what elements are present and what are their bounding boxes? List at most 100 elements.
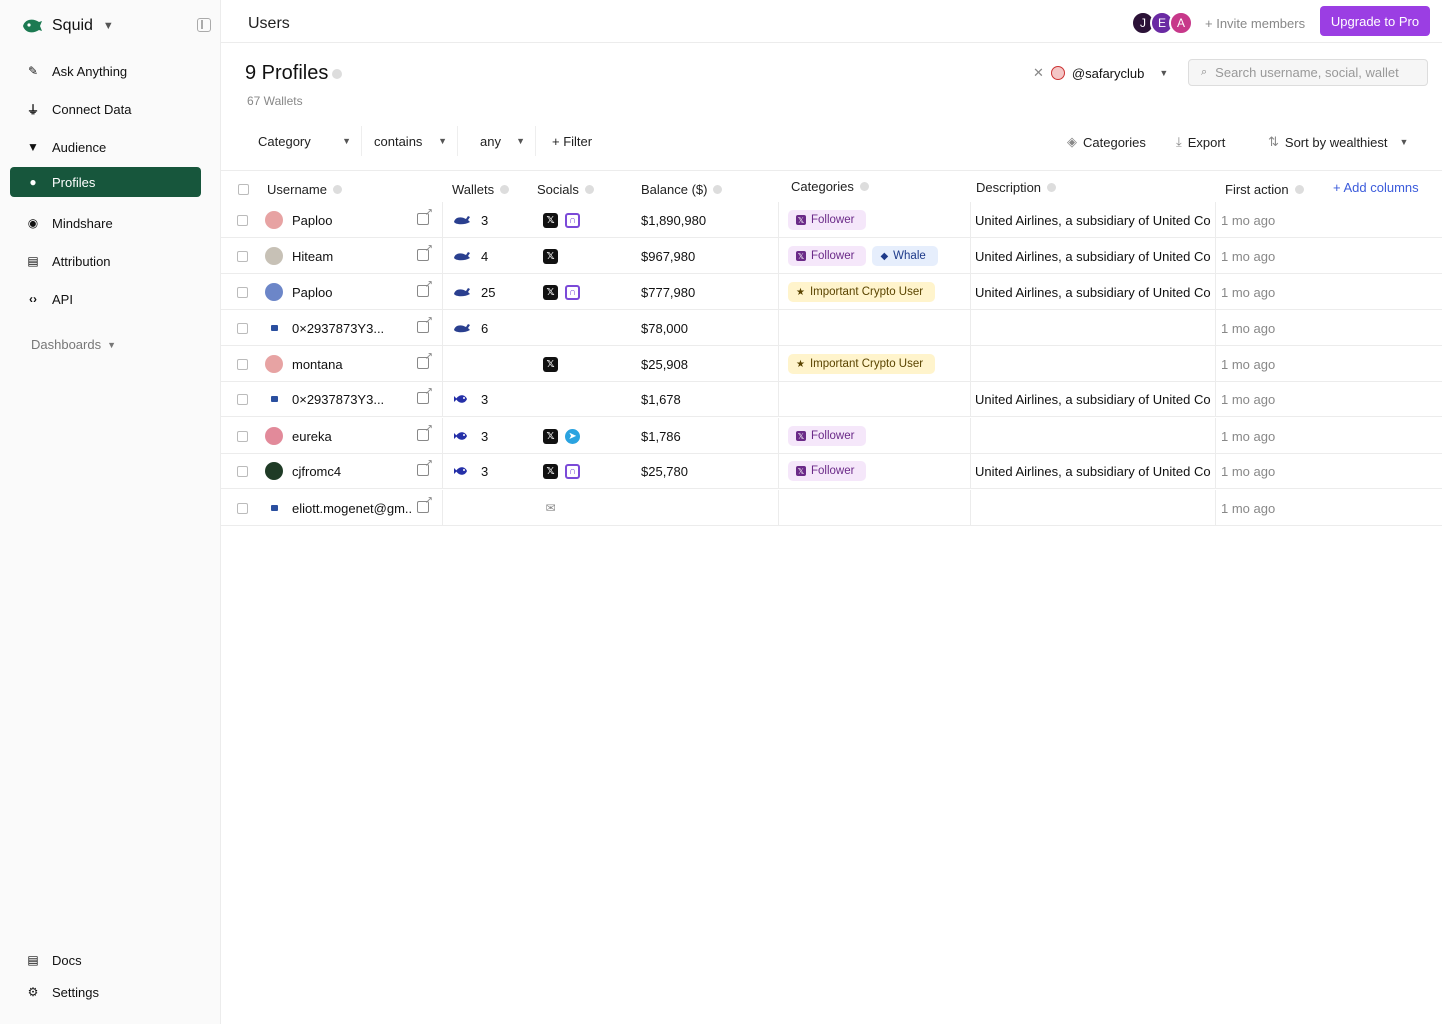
add-columns-button[interactable]: + Add columns <box>1333 180 1419 195</box>
row-checkbox[interactable] <box>237 274 248 310</box>
row-checkbox[interactable] <box>237 346 248 382</box>
row-checkbox[interactable] <box>237 453 248 489</box>
username-cell[interactable]: Paploo <box>265 274 332 310</box>
collapse-sidebar-icon[interactable] <box>197 18 211 32</box>
chevron-down-icon: ▼ <box>342 136 351 146</box>
categories-cell: 𝕏 Follower ◆ Whale <box>788 238 944 274</box>
account-selector[interactable]: ✕ @safaryclub ▼ <box>1025 59 1175 87</box>
upgrade-button[interactable]: Upgrade to Pro <box>1320 6 1430 36</box>
table-row[interactable]: cjfromc43𝕏∩$25,780𝕏FollowerUnited Airlin… <box>221 453 1442 489</box>
username-cell[interactable]: eureka <box>265 418 332 454</box>
username-cell[interactable]: Hiteam <box>265 238 333 274</box>
external-link-icon[interactable] <box>417 351 433 369</box>
export-button[interactable]: ⤓ Export <box>1176 128 1225 156</box>
tag-icon: ◈ <box>1067 134 1077 149</box>
external-link-icon[interactable] <box>417 243 433 261</box>
balance-cell: $25,908 <box>641 356 688 372</box>
member-avatars[interactable]: J E A <box>1131 11 1193 35</box>
table-row[interactable]: Paploo3𝕏∩$1,890,980𝕏FollowerUnited Airli… <box>221 202 1442 238</box>
username-cell[interactable]: cjfromc4 <box>265 453 341 489</box>
col-description[interactable]: Description <box>976 169 1057 205</box>
category-tag[interactable]: ◆ Whale <box>872 246 938 266</box>
username-cell[interactable]: Paploo <box>265 202 332 238</box>
username: Paploo <box>292 284 333 300</box>
category-tag[interactable]: ★ Important Crypto User <box>788 354 936 374</box>
row-checkbox[interactable] <box>237 490 248 526</box>
filter-operator-select[interactable]: contains ▼ <box>362 126 458 156</box>
row-checkbox[interactable] <box>237 418 248 454</box>
x-logo-icon[interactable]: 𝕏 <box>543 284 558 300</box>
x-logo-icon: 𝕏 <box>796 431 806 441</box>
first-action-cell: 1 mo ago <box>1221 391 1276 407</box>
table-row[interactable]: montana 𝕏 $25,908 ★ Important Crypto User 1 m… <box>221 346 1442 382</box>
categories-cell: ★ Important Crypto User <box>788 274 941 310</box>
nav-api[interactable]: ‹› API <box>10 284 201 314</box>
category-tag[interactable]: 𝕏 Follower <box>788 461 867 481</box>
farcaster-icon[interactable]: ∩ <box>565 463 580 479</box>
row-checkbox[interactable] <box>237 238 248 274</box>
farcaster-icon[interactable]: ∩ <box>565 284 580 300</box>
table-row[interactable]: Hiteam 4 𝕏 $967,980 𝕏 Follower ◆ Whale United Ai… <box>221 238 1442 274</box>
nav-profiles[interactable]: ● Profiles <box>10 167 201 197</box>
sort-button[interactable]: ⇅ Sort by wealthiest ▼ <box>1268 128 1408 156</box>
external-link-icon[interactable] <box>417 386 433 404</box>
nav-docs[interactable]: ▤ Docs <box>10 945 201 975</box>
categories-button[interactable]: ◈ Categories <box>1067 128 1146 156</box>
external-link-icon[interactable] <box>417 495 433 513</box>
table-row[interactable]: 0×2937873Y3... 3 $1,678 United Airlines, a … <box>221 381 1442 417</box>
external-link-icon[interactable] <box>417 458 433 476</box>
category-tag[interactable]: ★ Important Crypto User <box>788 282 936 302</box>
add-filter-button[interactable]: + Filter <box>542 126 602 156</box>
table-row[interactable]: eureka3𝕏➤$1,786𝕏Follower1 mo ago <box>221 418 1442 454</box>
x-logo-icon[interactable]: 𝕏 <box>543 463 558 479</box>
search-input[interactable]: ⌕ Search username, social, wallet <box>1188 59 1428 86</box>
filter-value-select[interactable]: any ▼ <box>458 126 536 156</box>
x-logo-icon[interactable]: 𝕏 <box>543 428 558 444</box>
first-action-cell: 1 mo ago <box>1221 428 1276 444</box>
farcaster-icon[interactable]: ∩ <box>565 212 580 228</box>
x-logo-icon[interactable]: 𝕏 <box>543 248 558 264</box>
username-cell[interactable]: eliott.mogenet@gm.. <box>265 490 412 526</box>
col-categories[interactable]: Categories <box>791 168 869 204</box>
invite-members-link[interactable]: + Invite members <box>1205 16 1305 31</box>
row-checkbox[interactable] <box>237 202 248 238</box>
category-tag[interactable]: 𝕏 Follower <box>788 246 867 266</box>
x-logo-icon: 𝕏 <box>796 466 806 476</box>
filter-value: any <box>480 133 501 149</box>
nav-attribution[interactable]: ▤ Attribution <box>10 246 201 276</box>
row-checkbox[interactable] <box>237 310 248 346</box>
filter-field-select[interactable]: Category ▼ <box>246 126 362 156</box>
nav-connect-data[interactable]: ⏚ Connect Data <box>10 94 201 124</box>
nav-audience[interactable]: ▼ Audience <box>10 132 201 162</box>
x-logo-icon[interactable]: 𝕏 <box>543 212 558 228</box>
telegram-icon[interactable]: ➤ <box>565 428 580 444</box>
category-tag[interactable]: 𝕏 Follower <box>788 210 867 230</box>
socials-cell: 𝕏 <box>543 238 565 274</box>
username-cell[interactable]: montana <box>265 346 343 382</box>
nav-mindshare[interactable]: ◉ Mindshare <box>10 208 201 238</box>
external-link-icon[interactable] <box>417 315 433 333</box>
dashboards-section[interactable]: Dashboards ▼ <box>31 337 116 352</box>
balance-cell: $777,980 <box>641 284 696 300</box>
plug-icon: ⏚ <box>26 102 39 117</box>
x-logo-icon[interactable]: 𝕏 <box>543 356 558 372</box>
nav-settings[interactable]: ⚙ Settings <box>10 977 201 1007</box>
category-tag[interactable]: 𝕏 Follower <box>788 426 867 446</box>
info-icon <box>584 184 594 194</box>
external-link-icon[interactable] <box>417 207 433 225</box>
external-link-icon[interactable] <box>417 279 433 297</box>
info-icon[interactable] <box>332 68 343 79</box>
username-cell[interactable]: 0×2937873Y3... <box>265 310 384 346</box>
export-label: Export <box>1187 134 1226 150</box>
mail-icon[interactable]: ✉ <box>543 500 558 516</box>
username-cell[interactable]: 0×2937873Y3... <box>265 381 384 417</box>
funnel-icon: ▼ <box>27 140 39 154</box>
nav-ask-anything[interactable]: ✎ Ask Anything <box>10 56 201 86</box>
table-row[interactable]: eliott.mogenet@gm.. ✉ 1 mo ago <box>221 490 1442 526</box>
external-link-icon[interactable] <box>417 423 433 441</box>
table-row[interactable]: 0×2937873Y3... 6 $78,000 1 mo ago <box>221 310 1442 346</box>
table-header: Username Wallets Socials Balance ($) Cat… <box>221 170 1442 202</box>
table-row[interactable]: Paploo25𝕏∩$777,980★Important Crypto User… <box>221 274 1442 310</box>
workspace-switcher[interactable]: Squid ▼ <box>20 14 114 38</box>
row-checkbox[interactable] <box>237 381 248 417</box>
